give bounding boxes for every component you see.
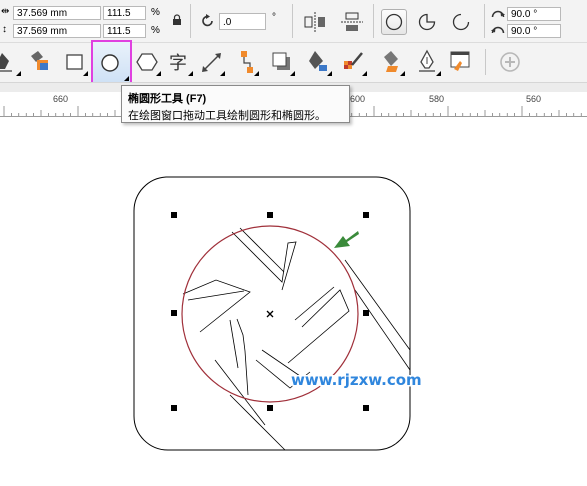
rectangle-tool[interactable] [61,47,89,77]
end-angle-field[interactable]: 90.0 ° [507,24,561,38]
flyout-corner [83,71,88,76]
smart-fill-tool[interactable] [26,47,54,77]
dimension-tool[interactable] [198,47,226,77]
ellipse-mode-icon [385,13,403,31]
flyout-corner [362,71,367,76]
mirror-vertical-icon[interactable] [340,11,364,33]
height-field[interactable]: 37.569 mm [13,24,101,38]
end-angle-icon [491,26,505,34]
separator [484,4,485,38]
mirror-horizontal-icon[interactable] [303,11,327,33]
freehand-tool[interactable] [0,47,22,77]
pie-mode-icon[interactable] [417,12,437,32]
drop-shadow-tool[interactable] [268,47,296,77]
property-bar: ⇹ 37.569 mm ↕ 37.569 mm 111.5 111.5 % % … [0,0,587,42]
svg-text:字: 字 [169,53,187,74]
separator [485,49,486,75]
outline-pen-tool[interactable] [414,47,442,77]
ellipse-mode-button[interactable] [381,9,407,35]
flyout-corner [254,71,259,76]
polygon-tool[interactable] [134,47,162,77]
palette-window-icon [450,51,470,71]
arc-mode-icon[interactable] [451,12,471,32]
scale-y-field[interactable]: 111.5 [103,24,146,38]
flyout-corner [436,71,441,76]
rotate-icon [202,14,213,27]
tooltip-title: 椭圆形工具 (F7) [128,93,207,105]
flyout-corner [290,71,295,76]
fill-tool[interactable] [378,47,406,77]
separator [190,4,191,38]
start-angle-icon [491,10,505,18]
flyout-corner [124,76,129,81]
lock-ratio-icon[interactable] [172,14,182,26]
flyout-corner [327,71,332,76]
toolbox: 字 [0,40,587,84]
add-plus-icon [500,52,520,72]
flyout-corner [220,71,225,76]
tooltip: 椭圆形工具 (F7) 在绘图窗口拖动工具绘制圆形和椭圆形。 [121,85,350,123]
ellipse-tool[interactable] [91,40,132,84]
flyout-corner [400,71,405,76]
scale-x-unit: % [151,7,160,18]
smart-fill-icon [31,51,48,70]
scale-y-unit: % [151,25,160,36]
document-palette-tool[interactable] [447,47,475,77]
rotation-unit: ° [272,12,276,23]
flyout-corner [156,71,161,76]
width-icon: ⇹ [1,6,10,17]
start-angle-field[interactable]: 90.0 ° [507,7,561,21]
flyout-corner [16,71,21,76]
add-tool[interactable] [496,47,524,77]
flyout-corner [188,71,193,76]
scale-x-field[interactable]: 111.5 [103,6,146,20]
watermark-text: www.rjzxw.com [291,371,422,389]
connector-tool[interactable] [232,47,260,77]
separator [373,4,374,38]
eyedropper-tool[interactable] [340,47,368,77]
transparency-tool[interactable] [305,47,333,77]
separator [292,4,293,38]
text-tool[interactable]: 字 [166,47,194,77]
tooltip-description: 在绘图窗口拖动工具绘制圆形和椭圆形。 [128,110,326,122]
rotation-field[interactable]: .0 [219,13,266,30]
height-icon: ↕ [2,24,7,35]
drawing-canvas[interactable]: www.rjzxw.com [0,117,587,486]
width-field[interactable]: 37.569 mm [13,6,101,20]
